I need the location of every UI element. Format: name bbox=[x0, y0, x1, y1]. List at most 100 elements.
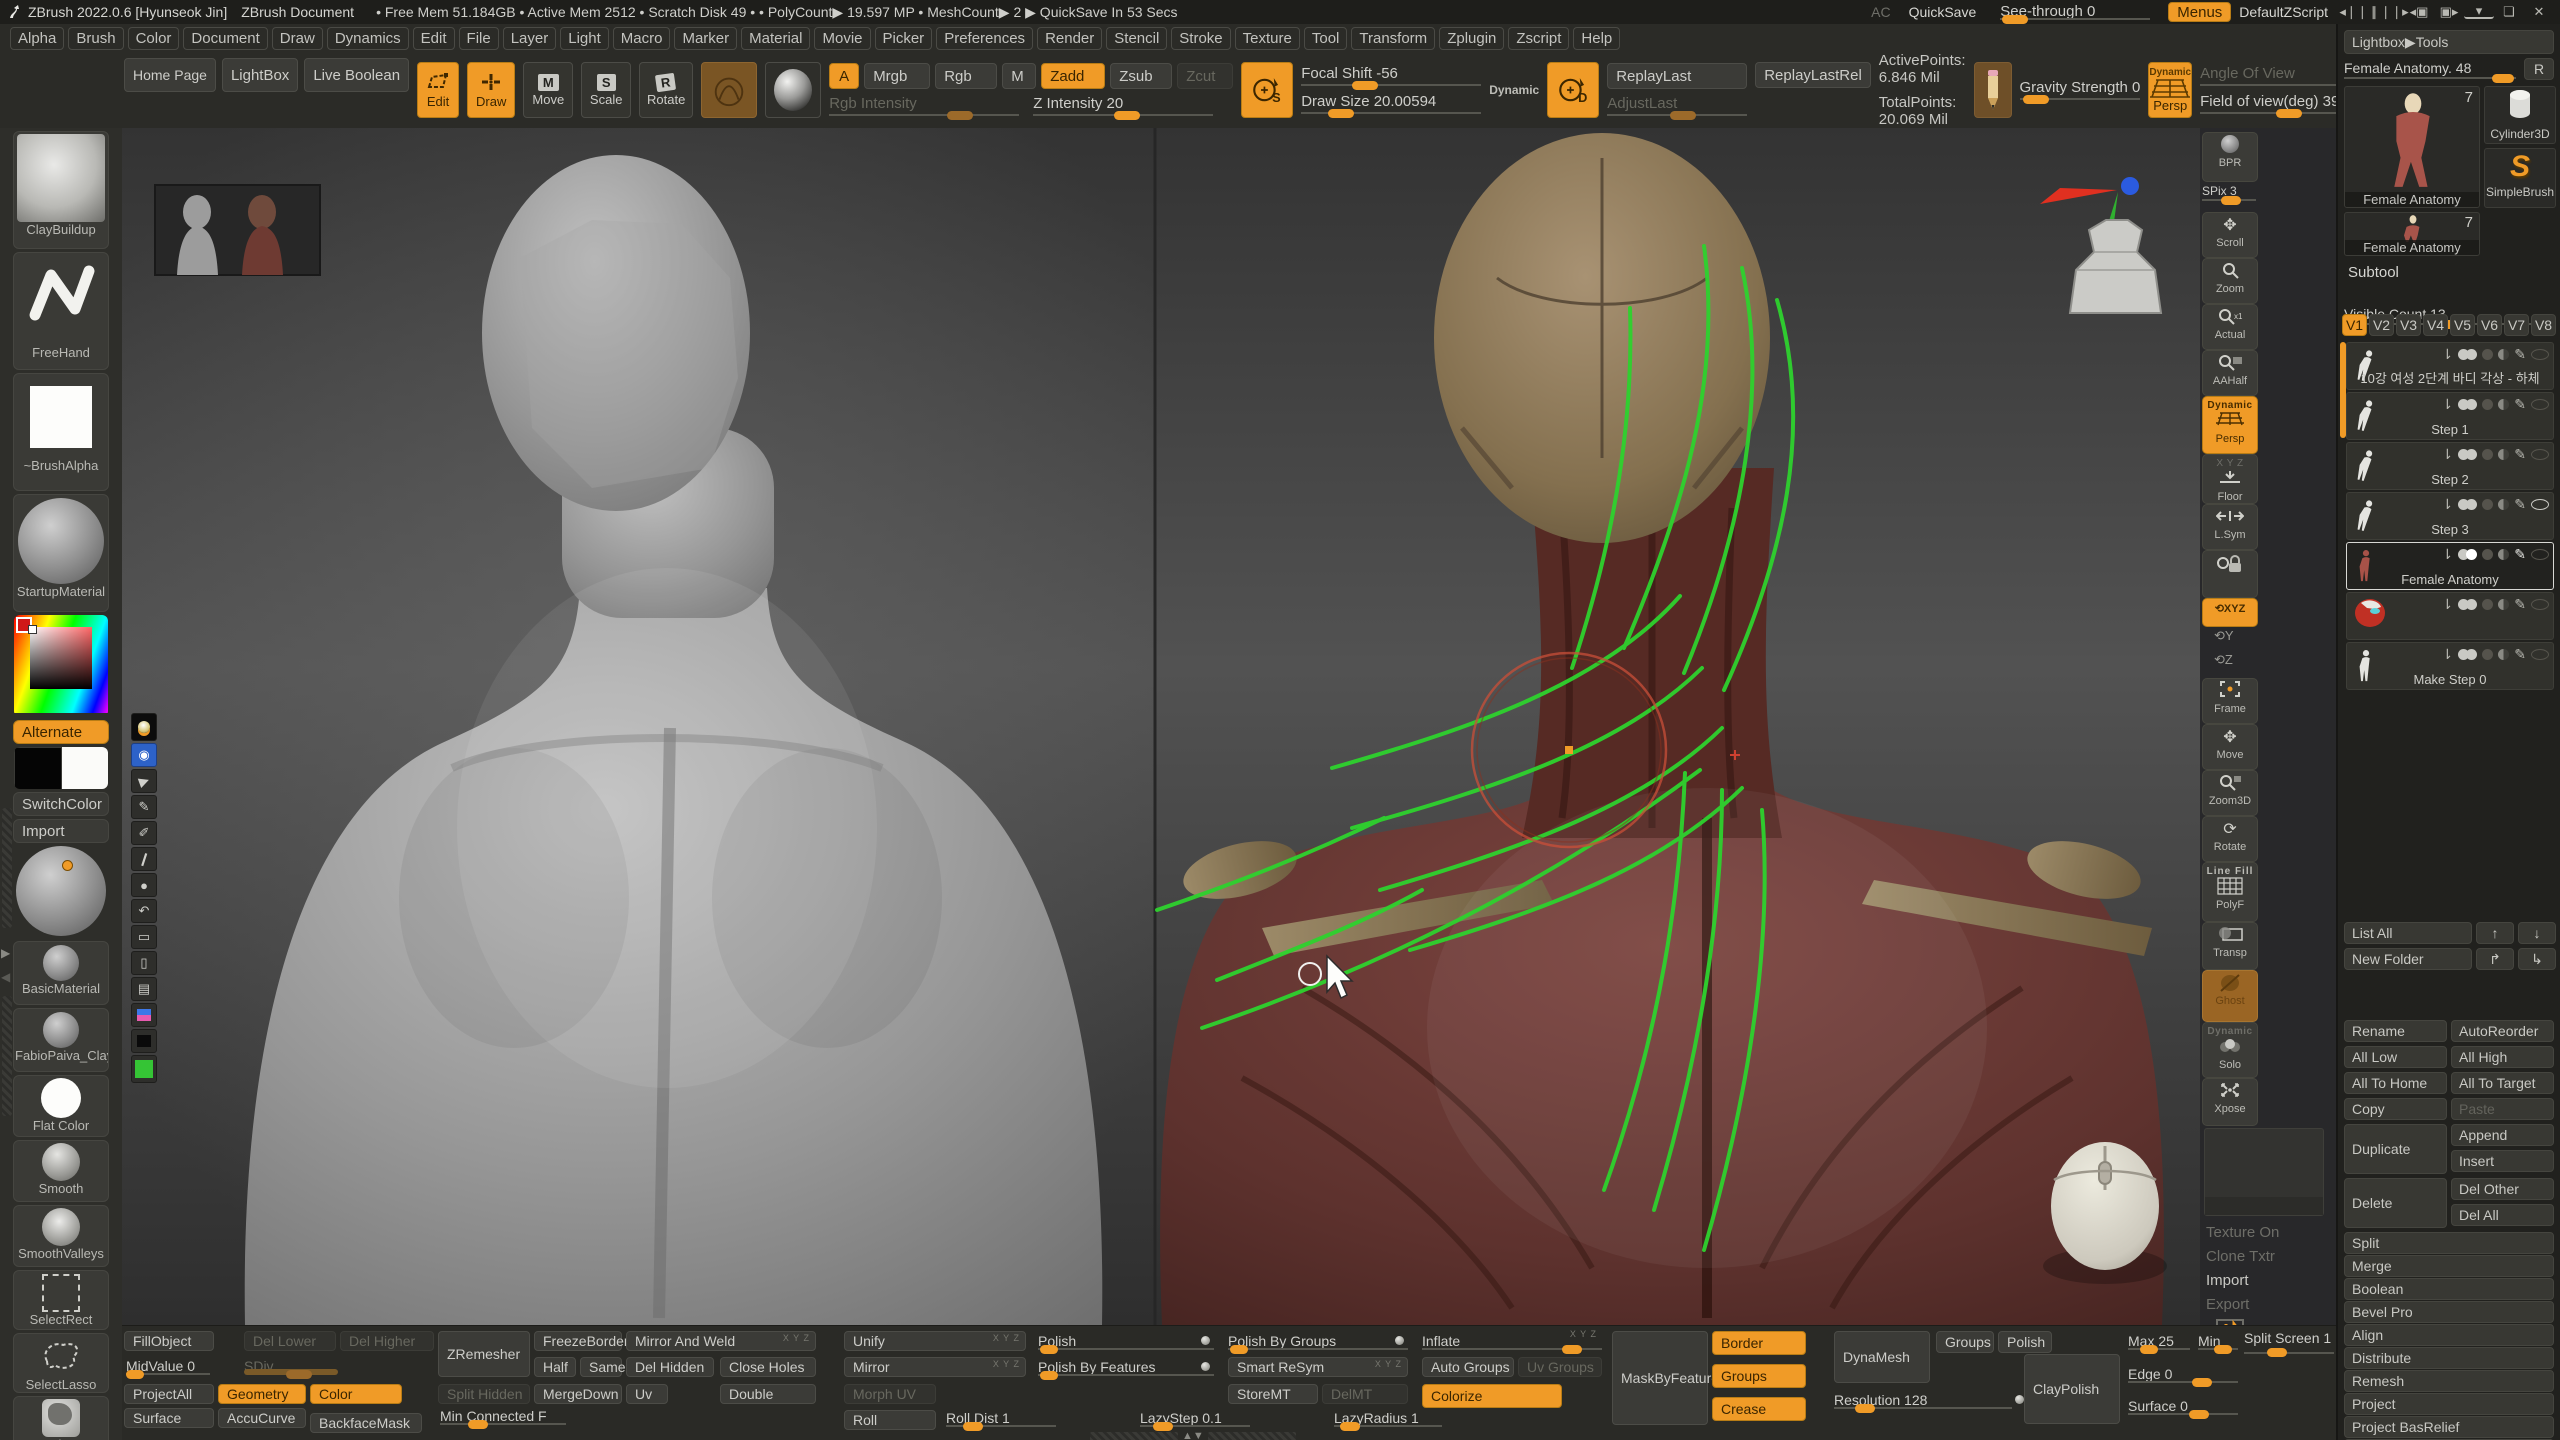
freeze-border-button[interactable]: FreezeBorder bbox=[534, 1331, 622, 1351]
black-swatch-icon[interactable] bbox=[131, 1029, 157, 1053]
menu-render[interactable]: Render bbox=[1037, 27, 1102, 50]
rotate3d-button[interactable]: ⟳ Rotate bbox=[2202, 816, 2258, 862]
divider-right-icon[interactable]: ❘❘❘▸ bbox=[2374, 2, 2404, 22]
material-fabiopaiva[interactable]: FabioPaiva_Clay2 bbox=[13, 1008, 109, 1072]
transp-button[interactable]: Transp bbox=[2202, 922, 2258, 970]
new-folder-button[interactable]: New Folder bbox=[2344, 948, 2472, 970]
insert-button[interactable]: Insert bbox=[2451, 1150, 2554, 1172]
min-slider[interactable]: Min bbox=[2198, 1333, 2238, 1351]
lightbox-tools-header[interactable]: Lightbox▶Tools bbox=[2344, 30, 2554, 54]
lazystep-slider[interactable]: LazyStep 0.1 bbox=[1140, 1410, 1250, 1428]
tab-v4[interactable]: V4 bbox=[2423, 314, 2448, 336]
bpr-button[interactable]: BPR bbox=[2202, 132, 2258, 182]
duplicate-button[interactable]: Duplicate bbox=[2344, 1124, 2447, 1174]
surface-button[interactable]: Surface bbox=[124, 1408, 214, 1428]
import-texture-button[interactable]: Import bbox=[13, 819, 109, 843]
left-tray-collapse2-icon[interactable]: ◀ bbox=[1, 970, 10, 984]
move3d-button[interactable]: ✥ Move bbox=[2202, 724, 2258, 770]
del-all-button[interactable]: Del All bbox=[2451, 1204, 2554, 1226]
close-button[interactable]: ✕ bbox=[2524, 2, 2554, 22]
ghost-button[interactable]: Ghost bbox=[2202, 970, 2258, 1022]
dyna-polish-button[interactable]: Polish bbox=[1998, 1331, 2052, 1353]
current-material-sphere[interactable] bbox=[14, 846, 108, 938]
quicksave-button[interactable]: QuickSave bbox=[1909, 4, 1977, 20]
subtool-header[interactable]: Subtool bbox=[2348, 264, 2399, 281]
left-scroll-strip2[interactable] bbox=[2, 996, 12, 1116]
resolution-slider[interactable]: Resolution 128 bbox=[1834, 1392, 2012, 1410]
menu-tool[interactable]: Tool bbox=[1304, 27, 1348, 50]
gravity-slider[interactable]: Gravity Strength 0 bbox=[2020, 79, 2141, 101]
viewport-canvas[interactable]: ◉ ▶ ✎ ✐ ❙ ● ↶ ▭ ▯ ▤ bbox=[122, 128, 2200, 1325]
sv-square[interactable] bbox=[30, 627, 92, 689]
copy-button[interactable]: Copy bbox=[2344, 1098, 2447, 1120]
dot-tool-icon[interactable]: ● bbox=[131, 873, 157, 897]
align-button[interactable]: Align bbox=[2344, 1324, 2554, 1346]
left-scroll-strip[interactable] bbox=[2, 808, 12, 928]
delmt-button[interactable]: DelMT bbox=[1322, 1384, 1408, 1404]
split-button[interactable]: Split bbox=[2344, 1232, 2554, 1254]
project-button[interactable]: Project bbox=[2344, 1393, 2554, 1415]
adjust-last-slider[interactable]: AdjustLast bbox=[1607, 95, 1747, 117]
floor-button[interactable]: X Y Z Floor bbox=[2202, 454, 2258, 504]
live-boolean-button[interactable]: Live Boolean bbox=[304, 58, 409, 92]
uv-groups-button[interactable]: Uv Groups bbox=[1518, 1357, 1602, 1377]
same-button[interactable]: Same bbox=[580, 1357, 622, 1377]
persp-button[interactable]: Dynamic Persp bbox=[2148, 62, 2192, 118]
tab-v3[interactable]: V3 bbox=[2396, 314, 2421, 336]
polyframe-button[interactable]: Line Fill PolyF bbox=[2202, 862, 2258, 922]
replay-last-rel-button[interactable]: ReplayLastRel bbox=[1755, 62, 1871, 88]
import-txtr-button[interactable]: Import bbox=[2206, 1272, 2249, 1289]
mirror-and-weld-button[interactable]: Mirror And WeldX Y Z bbox=[626, 1331, 816, 1351]
menu-color[interactable]: Color bbox=[128, 27, 180, 50]
morph-uv-button[interactable]: Morph UV bbox=[844, 1384, 936, 1404]
project-basrelief-button[interactable]: Project BasRelief bbox=[2344, 1416, 2554, 1438]
menu-marker[interactable]: Marker bbox=[674, 27, 737, 50]
tab-v1[interactable]: V1 bbox=[2342, 314, 2367, 336]
zsub-button[interactable]: Zsub bbox=[1110, 63, 1172, 89]
rotate-button[interactable]: R Rotate bbox=[639, 62, 693, 118]
subtool-row-makestep[interactable]: ⇂✎ Make Step 0 bbox=[2346, 642, 2554, 690]
tool-slider[interactable]: Female Anatomy. 48 bbox=[2344, 60, 2516, 80]
camera-lock-button[interactable] bbox=[2202, 550, 2258, 598]
rotate-y-button[interactable]: ⟲Y bbox=[2214, 628, 2234, 644]
subtool-up-button[interactable]: ↑ bbox=[2476, 922, 2514, 944]
boolean-button[interactable]: Boolean bbox=[2344, 1278, 2554, 1300]
menu-picker[interactable]: Picker bbox=[875, 27, 933, 50]
menu-transform[interactable]: Transform bbox=[1351, 27, 1435, 50]
zcut-button[interactable]: Zcut bbox=[1177, 63, 1233, 89]
eraser-tool-icon[interactable]: ▭ bbox=[131, 925, 157, 949]
cursor-tool-icon[interactable]: ▶ bbox=[131, 769, 157, 793]
accucurve-button[interactable]: AccuCurve bbox=[218, 1408, 306, 1428]
claypolish-button[interactable]: ClayPolish bbox=[2024, 1354, 2120, 1424]
green-swatch-icon[interactable] bbox=[131, 1055, 157, 1083]
tool-thumb-active[interactable]: 7 Female Anatomy bbox=[2344, 86, 2480, 208]
focal-shift-slider[interactable]: Focal Shift -56 bbox=[1301, 65, 1481, 87]
delete-button[interactable]: Delete bbox=[2344, 1178, 2447, 1228]
roll-dist-slider[interactable]: Roll Dist 1 bbox=[946, 1410, 1056, 1428]
tool-thumb-cylinder[interactable]: Cylinder3D bbox=[2484, 86, 2556, 144]
panel-scroll-arrows[interactable]: ▲▼ bbox=[1090, 1430, 1296, 1440]
list-all-button[interactable]: List All bbox=[2344, 922, 2472, 944]
move-out-folder-button[interactable]: ↱ bbox=[2476, 948, 2514, 970]
see-through-slider[interactable]: See-through 0 bbox=[2000, 3, 2150, 21]
left-tray-collapse-icon[interactable]: ▶ bbox=[1, 946, 10, 960]
spix-slider[interactable]: SPix 3 bbox=[2202, 184, 2256, 202]
stroke-type-button[interactable]: S bbox=[1241, 62, 1293, 118]
texture-startupmaterial[interactable]: StartupMaterial bbox=[13, 494, 109, 612]
paste-button[interactable]: Paste bbox=[2451, 1098, 2554, 1120]
brush-selectlasso[interactable]: SelectLasso bbox=[13, 1333, 109, 1393]
subtool-row-4[interactable]: ⇂✎ Step 3 bbox=[2346, 492, 2554, 540]
texture-on-button[interactable]: Texture On bbox=[2206, 1224, 2279, 1241]
backface-mask-button[interactable]: BackfaceMask bbox=[310, 1413, 422, 1433]
half-button[interactable]: Half bbox=[534, 1357, 576, 1377]
subtool-row-3[interactable]: ⇂✎ Step 2 bbox=[2346, 442, 2554, 490]
double-button[interactable]: Double bbox=[720, 1384, 816, 1404]
restore-button[interactable]: ❏ bbox=[2494, 2, 2524, 22]
gravity-button[interactable] bbox=[1974, 62, 2012, 118]
dock-right-icon[interactable]: ▣▸ bbox=[2434, 2, 2464, 22]
all-high-button[interactable]: All High bbox=[2451, 1046, 2554, 1068]
menu-movie[interactable]: Movie bbox=[814, 27, 870, 50]
menu-edit[interactable]: Edit bbox=[413, 27, 455, 50]
visibility-tool-icon[interactable]: ◉ bbox=[131, 743, 157, 767]
menu-zscript[interactable]: Zscript bbox=[1508, 27, 1569, 50]
